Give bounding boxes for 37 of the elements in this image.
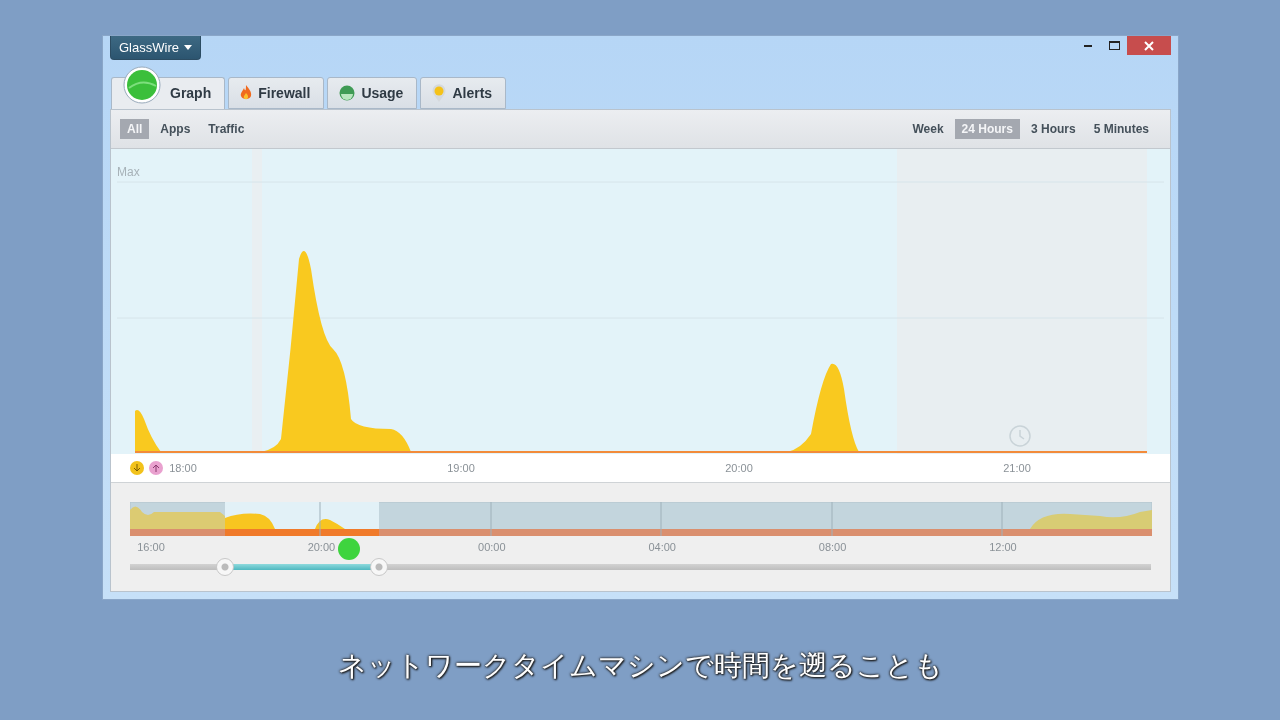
- close-icon: [1144, 40, 1154, 51]
- range-slider-handle[interactable]: [215, 558, 234, 576]
- flame-icon: [240, 85, 253, 101]
- range-slider-handle[interactable]: [370, 558, 389, 576]
- time-range-button[interactable]: Week: [905, 119, 951, 139]
- maximize-icon: [1108, 41, 1120, 50]
- overview-time-label: 20:00: [306, 541, 337, 553]
- download-arrow-icon: [130, 461, 144, 475]
- minimize-icon: [1084, 44, 1092, 47]
- half-circle-icon: [339, 85, 356, 101]
- app-menu-button[interactable]: GlassWire: [110, 36, 201, 60]
- close-button[interactable]: [1127, 36, 1171, 55]
- round-logo-icon: [123, 66, 161, 104]
- cursor-dot: [338, 538, 360, 560]
- filter-button[interactable]: Traffic: [201, 119, 252, 139]
- time-axis-label: 19:00: [446, 462, 476, 474]
- time-axis-label: 21:00: [1002, 462, 1032, 474]
- time-axis-label: 18:00: [168, 462, 198, 474]
- overview-time-label: 00:00: [477, 541, 507, 553]
- tab[interactable]: Alerts: [420, 77, 507, 109]
- max-label: Max: [117, 165, 140, 179]
- overview-time-label: 04:00: [647, 541, 677, 553]
- tab[interactable]: Usage: [327, 77, 418, 109]
- overview-time-label: 16:00: [136, 541, 166, 553]
- time-range-button[interactable]: 3 Hours: [1023, 119, 1083, 139]
- subtitle-caption: ネットワークタイムマシンで時間を遡ることも: [336, 649, 944, 683]
- overview-time-label: 12:00: [988, 541, 1018, 553]
- time-axis-label: 20:00: [724, 462, 754, 474]
- tab[interactable]: Graph: [111, 66, 226, 109]
- filter-button[interactable]: Apps: [153, 119, 198, 139]
- clock-icon: [1009, 425, 1031, 447]
- pin-icon: [432, 84, 447, 102]
- upload-arrow-icon: [149, 461, 163, 475]
- caret-icon: [183, 45, 192, 50]
- overview-time-label: 08:00: [817, 541, 848, 553]
- tab[interactable]: Firewall: [228, 77, 325, 109]
- time-range-button[interactable]: 5 Minutes: [1086, 119, 1156, 139]
